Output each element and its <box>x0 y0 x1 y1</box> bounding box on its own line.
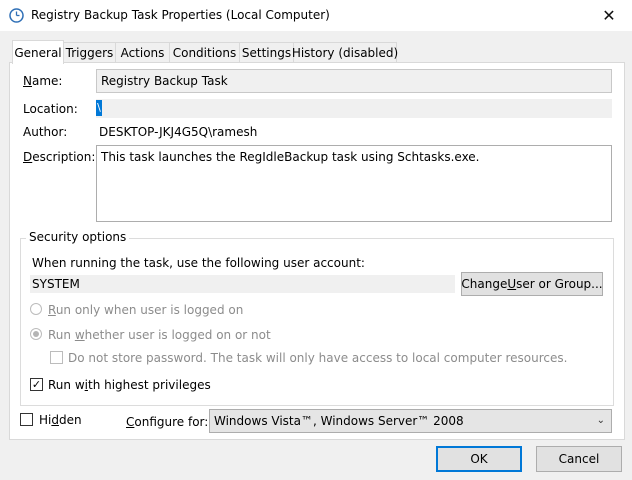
tab-history[interactable]: History (disabled) <box>292 42 398 63</box>
radio-run-whether-label: Run whether user is logged on or not <box>48 328 271 342</box>
checkbox-hidden[interactable] <box>20 413 33 426</box>
hidden-label: Hidden <box>39 413 82 427</box>
checkbox-highest-privileges[interactable]: ✓ <box>30 378 43 391</box>
description-field[interactable]: This task launches the RegIdleBackup tas… <box>96 145 612 222</box>
configure-for-label: Configure for: <box>126 415 209 429</box>
checkbox-no-store-password[interactable] <box>50 351 63 364</box>
highest-privileges-label: Run with highest privileges <box>48 378 211 392</box>
location-field[interactable] <box>96 99 612 118</box>
tab-triggers[interactable]: Triggers <box>63 42 116 63</box>
radio-run-logged-on[interactable] <box>30 303 42 315</box>
change-user-button[interactable]: Change User or Group... <box>461 272 603 296</box>
ok-button[interactable]: OK <box>436 446 522 472</box>
security-options-legend: Security options <box>26 230 130 244</box>
description-label: Description: <box>23 150 96 164</box>
tab-settings[interactable]: Settings <box>239 42 294 63</box>
author-value: DESKTOP-JKJ4G5Q\ramesh <box>99 125 258 139</box>
tab-actions[interactable]: Actions <box>115 42 170 63</box>
location-label: Location: <box>23 102 78 116</box>
cancel-button[interactable]: Cancel <box>536 446 622 472</box>
radio-run-whether[interactable] <box>30 328 42 340</box>
name-field[interactable]: Registry Backup Task <box>96 69 612 93</box>
location-value: \ <box>96 100 102 116</box>
tab-general[interactable]: General <box>12 40 64 64</box>
close-icon: ✕ <box>602 6 616 25</box>
window-title: Registry Backup Task Properties (Local C… <box>31 8 330 22</box>
no-store-password-label: Do not store password. The task will onl… <box>68 351 568 365</box>
chevron-down-icon: ⌄ <box>596 415 605 426</box>
check-mark-icon: ✓ <box>31 378 42 391</box>
tab-conditions[interactable]: Conditions <box>169 42 240 63</box>
user-account-field: SYSTEM <box>30 275 455 293</box>
account-prompt: When running the task, use the following… <box>32 256 365 270</box>
clock-icon <box>9 8 24 23</box>
author-label: Author: <box>23 125 68 139</box>
name-label: Name: <box>23 74 63 88</box>
configure-for-select[interactable]: Windows Vista™, Windows Server™ 2008 ⌄ <box>209 409 612 433</box>
radio-run-logged-on-label: Run only when user is logged on <box>48 303 244 317</box>
close-button[interactable]: ✕ <box>586 0 632 31</box>
